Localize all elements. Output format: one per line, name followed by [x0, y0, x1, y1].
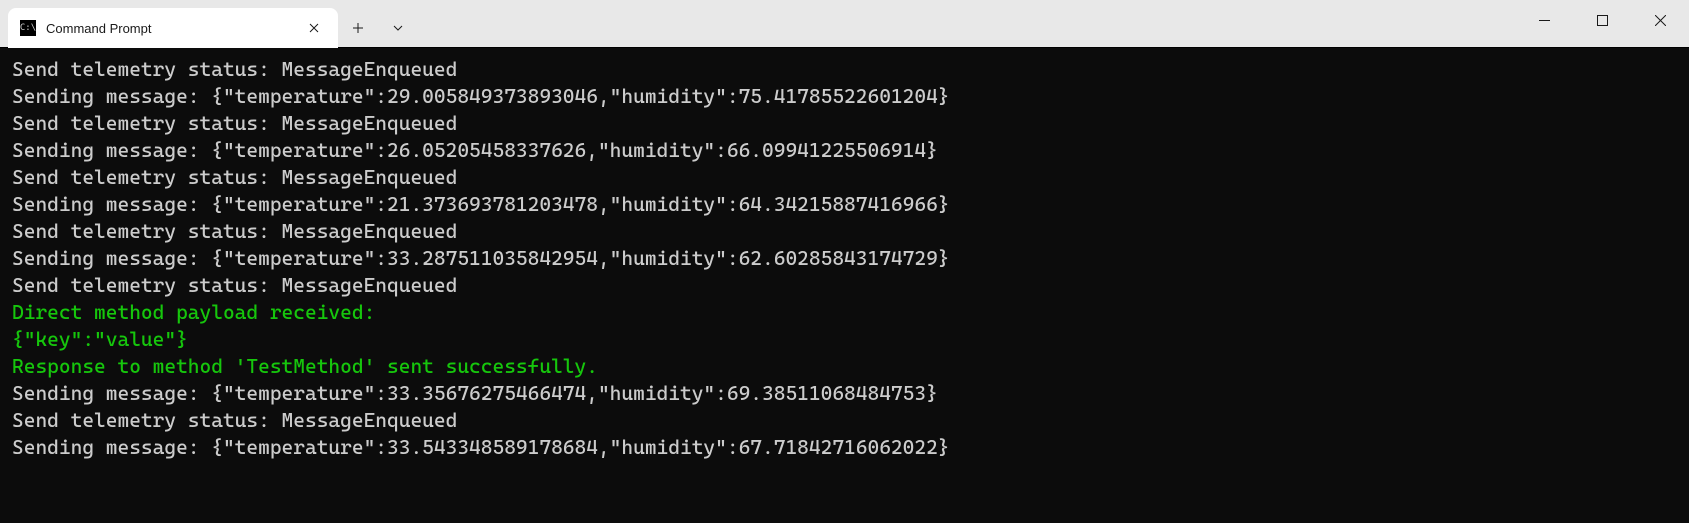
terminal-line: Send telemetry status: MessageEnqueued [12, 110, 1677, 137]
terminal-line: Direct method payload received: [12, 299, 1677, 326]
close-icon [309, 23, 319, 33]
tab-title: Command Prompt [46, 21, 292, 36]
title-bar: C:\ Command Prompt [0, 0, 1689, 48]
terminal-output[interactable]: Send telemetry status: MessageEnqueuedSe… [0, 48, 1689, 523]
close-icon [1655, 15, 1666, 26]
tab-dropdown-button[interactable] [378, 8, 418, 48]
tab-close-button[interactable] [302, 16, 326, 40]
minimize-button[interactable] [1515, 0, 1573, 40]
terminal-line: Sending message: {"temperature":21.37369… [12, 191, 1677, 218]
terminal-line: Sending message: {"temperature":29.00584… [12, 83, 1677, 110]
terminal-line: {"key":"value"} [12, 326, 1677, 353]
plus-icon [352, 22, 364, 34]
terminal-line: Send telemetry status: MessageEnqueued [12, 164, 1677, 191]
maximize-button[interactable] [1573, 0, 1631, 40]
terminal-line: Sending message: {"temperature":33.54334… [12, 434, 1677, 461]
terminal-line: Send telemetry status: MessageEnqueued [12, 407, 1677, 434]
cmd-icon: C:\ [20, 20, 36, 36]
close-window-button[interactable] [1631, 0, 1689, 40]
terminal-line: Send telemetry status: MessageEnqueued [12, 218, 1677, 245]
terminal-line: Sending message: {"temperature":33.35676… [12, 380, 1677, 407]
minimize-icon [1539, 15, 1550, 26]
terminal-line: Send telemetry status: MessageEnqueued [12, 56, 1677, 83]
terminal-line: Sending message: {"temperature":33.28751… [12, 245, 1677, 272]
tab-command-prompt[interactable]: C:\ Command Prompt [8, 8, 338, 48]
terminal-line: Sending message: {"temperature":26.05205… [12, 137, 1677, 164]
new-tab-button[interactable] [338, 8, 378, 48]
maximize-icon [1597, 15, 1608, 26]
chevron-down-icon [393, 25, 403, 31]
window-controls [1515, 0, 1689, 40]
terminal-line: Send telemetry status: MessageEnqueued [12, 272, 1677, 299]
terminal-line: Response to method 'TestMethod' sent suc… [12, 353, 1677, 380]
